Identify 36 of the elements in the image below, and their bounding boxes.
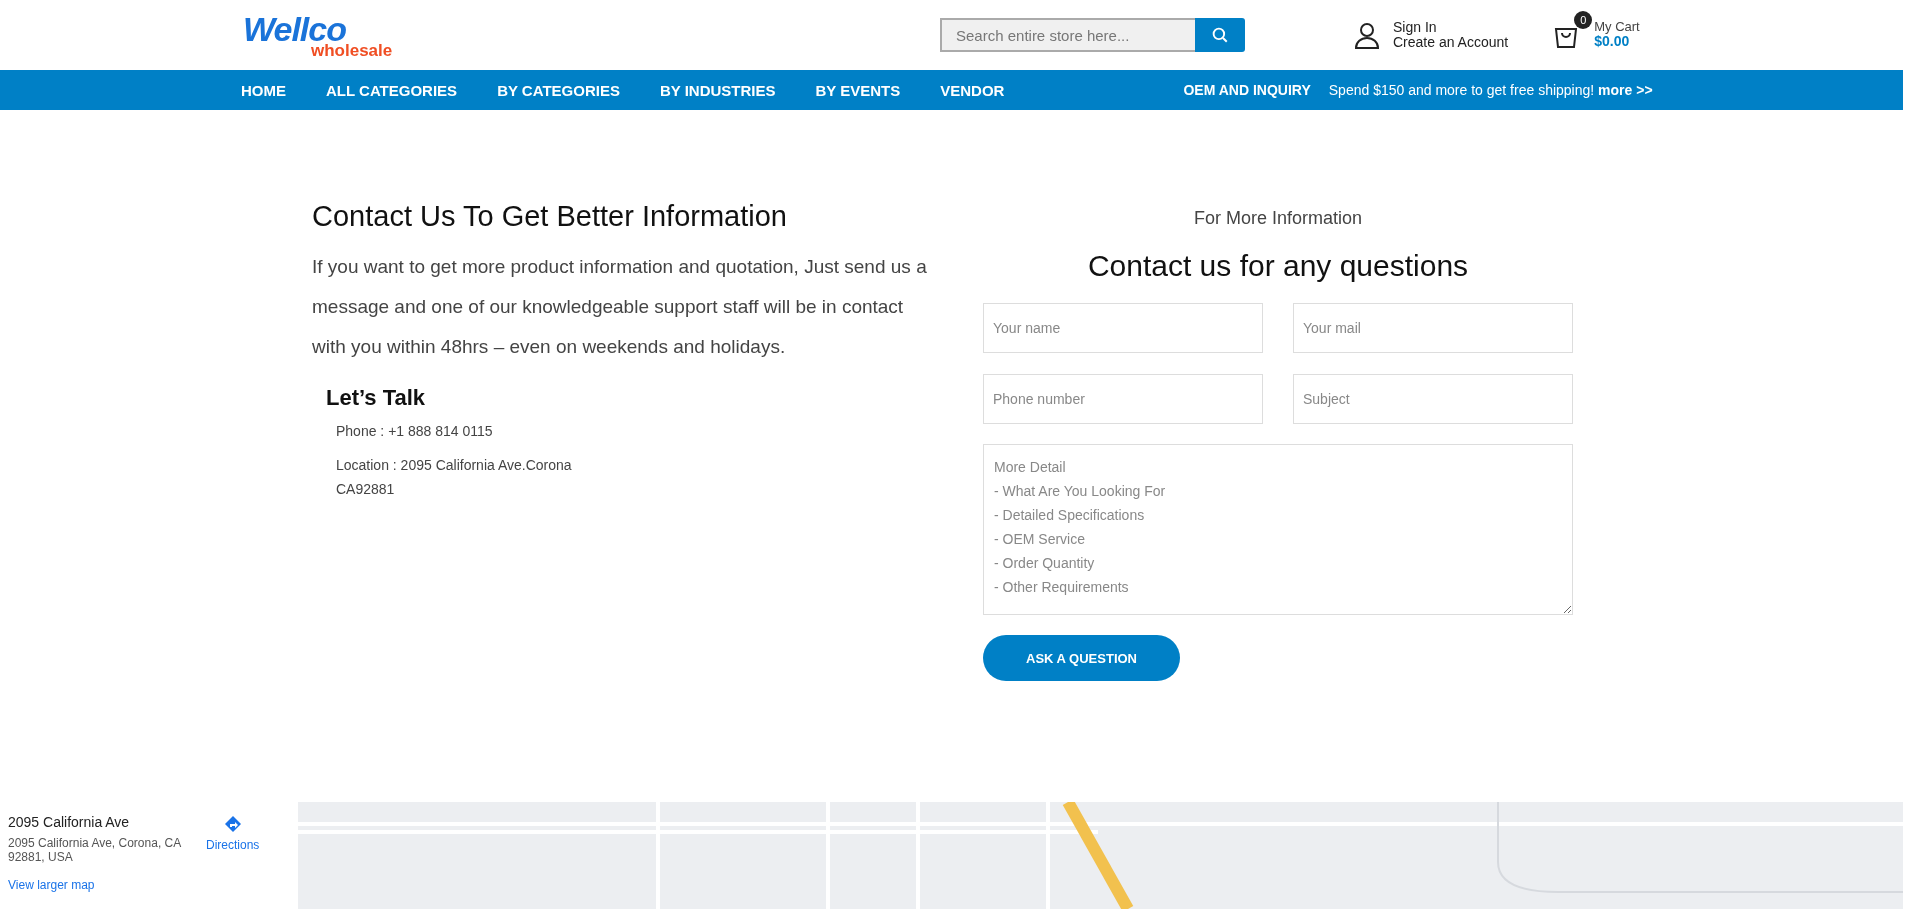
nav-link[interactable]: ALL CATEGORIES bbox=[326, 81, 458, 99]
input-field[interactable]: Your mail bbox=[1293, 303, 1573, 353]
message-field[interactable]: More Detail - What Are You Looking For - Detailed Specifications - OEM Service - Order Quantity - Other Requirements bbox=[983, 444, 1573, 615]
nav-link[interactable]: VENDOR bbox=[940, 81, 1005, 99]
input-field[interactable]: Your name bbox=[983, 303, 1263, 353]
place-name: 2095 California Ave bbox=[8, 814, 131, 830]
search-icon bbox=[1211, 26, 1229, 44]
input-field[interactable]: Subject bbox=[1293, 374, 1573, 424]
cart-label[interactable]: My Cart bbox=[1594, 20, 1640, 35]
form-heading: Contact us for any questions bbox=[1086, 249, 1470, 283]
place-address: 2095 California Ave, Corona, CA 92881, USA bbox=[8, 836, 182, 864]
phone-text: Phone : +1 888 814 0115 bbox=[336, 422, 494, 441]
user-icon[interactable] bbox=[1353, 21, 1381, 49]
search-button[interactable] bbox=[1195, 18, 1245, 52]
search-field[interactable]: Search entire store here... bbox=[940, 18, 1195, 52]
cart-total: $0.00 bbox=[1594, 34, 1631, 50]
ask-question-button[interactable]: ASK A QUESTION bbox=[983, 635, 1180, 681]
nav-link[interactable]: BY INDUSTRIES bbox=[659, 81, 776, 99]
logo[interactable]: Wellco wholesale bbox=[243, 11, 403, 59]
nav-link[interactable]: HOME bbox=[241, 81, 286, 99]
logo-tagline: wholesale bbox=[311, 41, 393, 59]
cart-count-badge: 0 bbox=[1574, 11, 1593, 29]
nav-link[interactable]: BY EVENTS bbox=[815, 81, 901, 99]
intro-paragraph: If you want to get more product information and quotation, Just send us a message and one of our knowledgeable support staff will be in contact with you within 48hrs – even on weekends and holidays. bbox=[312, 255, 928, 359]
subheading: Let’s Talk bbox=[326, 385, 427, 411]
form-eyebrow: For More Information bbox=[1192, 208, 1364, 229]
nav-link[interactable]: BY CATEGORIES bbox=[497, 81, 620, 99]
input-field[interactable]: Phone number bbox=[983, 374, 1263, 424]
create-account-link[interactable]: Create an Account bbox=[1393, 35, 1509, 51]
shipping-promo: Spend $150 and more to get free shipping! more >> bbox=[1328, 82, 1653, 98]
nav-link[interactable]: OEM AND INQUIRY bbox=[1183, 82, 1311, 98]
directions-link[interactable]: Directions bbox=[206, 838, 260, 852]
section-heading: Contact Us To Get Better Information bbox=[312, 200, 788, 233]
view-larger-map-link[interactable]: View larger map bbox=[8, 878, 188, 892]
location-text: Location : 2095 California Ave.Corona CA92881 bbox=[336, 456, 573, 499]
sign-in-link[interactable]: Sign In bbox=[1393, 19, 1509, 35]
